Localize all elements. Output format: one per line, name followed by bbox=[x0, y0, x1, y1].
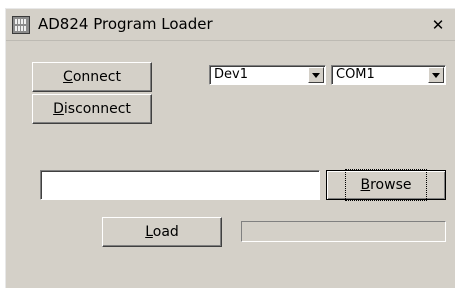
port-select-value: COM1 bbox=[336, 67, 375, 82]
connect-button-label: Connect bbox=[63, 69, 121, 85]
disconnect-button[interactable]: Disconnect bbox=[32, 94, 152, 124]
chevron-down-icon[interactable] bbox=[308, 67, 324, 83]
app-icon bbox=[12, 16, 30, 34]
close-icon[interactable]: ✕ bbox=[428, 16, 448, 34]
port-select[interactable]: COM1 bbox=[331, 65, 446, 85]
browse-button-label: Browse bbox=[344, 169, 428, 201]
load-progress-bar bbox=[241, 221, 446, 242]
device-select[interactable]: Dev1 bbox=[209, 65, 326, 85]
title-bar[interactable]: AD824 Program Loader ✕ bbox=[6, 9, 455, 41]
disconnect-button-label: Disconnect bbox=[53, 101, 131, 117]
connect-button[interactable]: Connect bbox=[32, 62, 152, 92]
load-button[interactable]: Load bbox=[102, 217, 222, 247]
program-loader-window: AD824 Program Loader ✕ Connect Disconnec… bbox=[5, 8, 455, 288]
device-select-value: Dev1 bbox=[214, 67, 248, 82]
file-path-input[interactable] bbox=[40, 170, 320, 200]
browse-button[interactable]: Browse bbox=[326, 169, 446, 201]
chevron-down-icon[interactable] bbox=[428, 67, 444, 83]
load-button-label: Load bbox=[145, 224, 179, 240]
window-title: AD824 Program Loader bbox=[38, 15, 213, 33]
